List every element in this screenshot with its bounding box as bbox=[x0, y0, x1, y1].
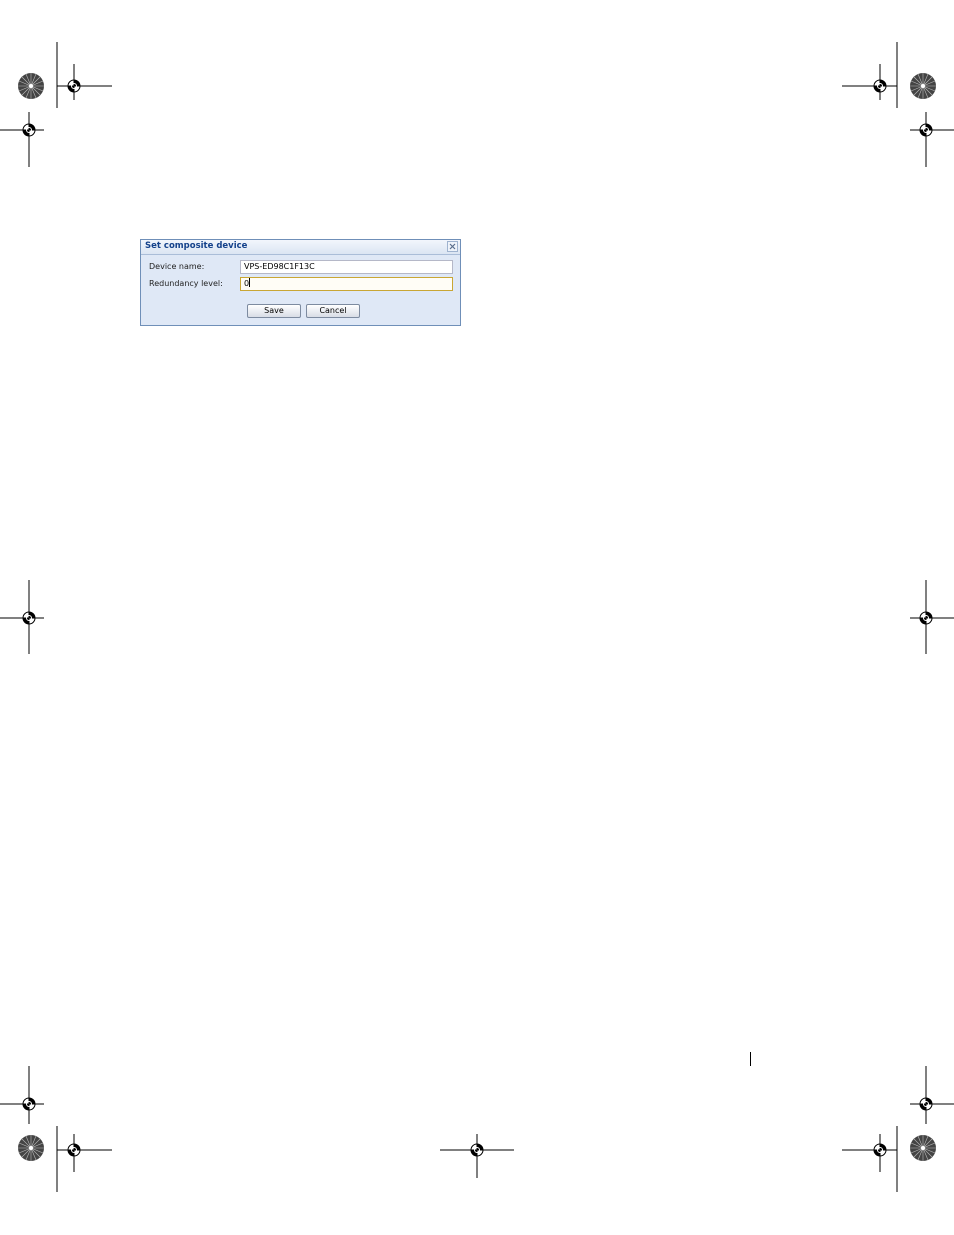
registration-target-icon bbox=[909, 72, 937, 100]
device-name-field[interactable]: VPS-ED98C1F13C bbox=[240, 260, 453, 274]
dialog-title: Set composite device bbox=[145, 241, 248, 251]
crosshair-icon bbox=[919, 611, 933, 625]
crosshair-icon bbox=[919, 123, 933, 137]
crosshair-icon bbox=[22, 123, 36, 137]
registration-target-icon bbox=[17, 72, 45, 100]
page-number-divider bbox=[750, 1052, 751, 1066]
save-button[interactable]: Save bbox=[247, 304, 301, 318]
dialog-body: Device name: VPS-ED98C1F13C Redundancy l… bbox=[145, 256, 456, 321]
registration-target-icon bbox=[17, 1134, 45, 1162]
close-button[interactable] bbox=[447, 241, 458, 252]
set-composite-device-dialog: Set composite device Device name: VPS-ED… bbox=[140, 239, 461, 326]
crosshair-icon bbox=[873, 79, 887, 93]
cancel-button[interactable]: Cancel bbox=[306, 304, 360, 318]
device-name-label: Device name: bbox=[149, 262, 205, 271]
crosshair-icon bbox=[22, 1097, 36, 1111]
dialog-header: Set composite device bbox=[141, 240, 460, 255]
redundancy-level-label: Redundancy level: bbox=[149, 279, 223, 288]
crosshair-icon bbox=[470, 1143, 484, 1157]
crosshair-icon bbox=[873, 1143, 887, 1157]
registration-target-icon bbox=[909, 1134, 937, 1162]
crosshair-icon bbox=[67, 79, 81, 93]
redundancy-level-field[interactable]: 0 bbox=[240, 277, 453, 291]
crosshair-icon bbox=[919, 1097, 933, 1111]
device-name-value: VPS-ED98C1F13C bbox=[244, 262, 315, 271]
close-icon bbox=[449, 243, 456, 250]
crosshair-icon bbox=[22, 611, 36, 625]
text-caret bbox=[249, 278, 251, 287]
print-registration-marks bbox=[0, 42, 954, 1192]
crosshair-icon bbox=[67, 1143, 81, 1157]
